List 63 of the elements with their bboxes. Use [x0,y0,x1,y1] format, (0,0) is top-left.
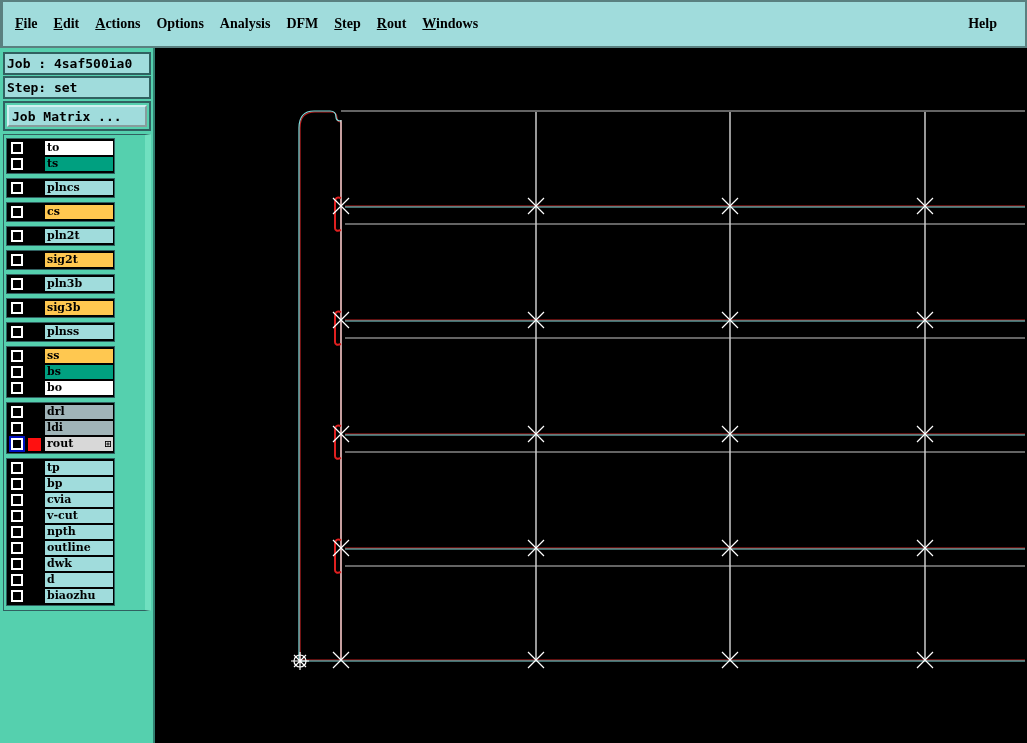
layer-name[interactable]: sig3b [45,301,113,315]
menu-item[interactable]: Options [156,16,204,32]
layer-name[interactable]: v-cut [45,509,113,523]
layer-name[interactable]: cs [45,205,113,219]
layer-checkbox[interactable] [11,590,23,602]
expand-icon[interactable] [105,441,111,447]
layer-checkbox[interactable] [11,366,23,378]
layer-checkbox[interactable] [11,558,23,570]
layer-checkbox[interactable] [11,350,23,362]
job-matrix-button[interactable]: Job Matrix ... [7,105,147,127]
layer-name[interactable]: ss [45,349,113,363]
menu-item[interactable]: Actions [95,16,141,32]
work-layer-indicator[interactable] [28,437,41,451]
layer-name[interactable]: outline [45,541,113,555]
layer-checkbox[interactable] [11,574,23,586]
layer-name[interactable]: to [45,141,113,155]
layer-checkbox[interactable] [11,406,23,418]
menu-item[interactable]: File [15,16,38,32]
layer-checkbox[interactable] [11,278,23,290]
help-menu[interactable]: Help [968,16,997,32]
menu-item[interactable]: Analysis [219,16,271,32]
layer-checkbox[interactable] [11,182,23,194]
layer-checkbox[interactable] [11,382,23,394]
menu-item[interactable]: Windows [422,16,479,32]
layer-checkbox[interactable] [11,526,23,538]
layer-checkbox[interactable] [11,542,23,554]
layer-name[interactable]: sig2t [45,253,113,267]
layer-checkbox[interactable] [11,158,23,170]
layer-name[interactable]: npth [45,525,113,539]
layer-name[interactable]: ldi [45,421,113,435]
layer-name[interactable]: pln3b [45,277,113,291]
layer-name[interactable]: rout [45,437,113,451]
layer-name[interactable]: plnss [45,325,113,339]
layer-checkbox[interactable] [11,206,23,218]
layer-name[interactable]: bp [45,477,113,491]
layer-checkbox[interactable] [11,510,23,522]
layer-checkbox[interactable] [11,326,23,338]
layer-checkbox[interactable] [11,494,23,506]
layer-name[interactable]: biaozhu [45,589,113,603]
layer-checkbox[interactable] [11,478,23,490]
layer-name[interactable]: ts [45,157,113,171]
layer-name[interactable]: bs [45,365,113,379]
layer-checkbox[interactable] [11,254,23,266]
menu-item[interactable]: Step [334,16,361,32]
layer-name[interactable]: tp [45,461,113,475]
menu-item[interactable]: DFM [286,16,319,32]
layer-checkbox[interactable] [11,462,23,474]
layer-name[interactable]: bo [45,381,113,395]
layer-checkbox[interactable] [11,302,23,314]
layer-name[interactable]: d [45,573,113,587]
layer-checkbox[interactable] [11,422,23,434]
layer-name[interactable]: pln2t [45,229,113,243]
menu-item[interactable]: Edit [53,16,80,32]
layer-checkbox[interactable] [11,438,23,450]
menu-item[interactable]: Rout [376,16,407,32]
layer-checkbox[interactable] [11,142,23,154]
layer-name[interactable]: drl [45,405,113,419]
layer-name[interactable]: cvia [45,493,113,507]
job-label: Job : 4saf500ia0 [3,52,151,75]
layer-name[interactable]: dwk [45,557,113,571]
layer-name[interactable]: plncs [45,181,113,195]
step-label: Step: set [3,76,151,99]
layer-checkbox[interactable] [11,230,23,242]
